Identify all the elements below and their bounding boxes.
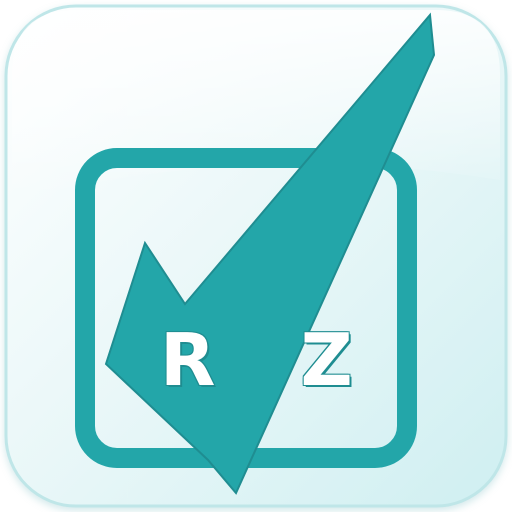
- app-icon: R Z: [0, 0, 512, 512]
- app-icon-graphic: [4, 4, 508, 508]
- brand-initials: R Z: [160, 318, 383, 402]
